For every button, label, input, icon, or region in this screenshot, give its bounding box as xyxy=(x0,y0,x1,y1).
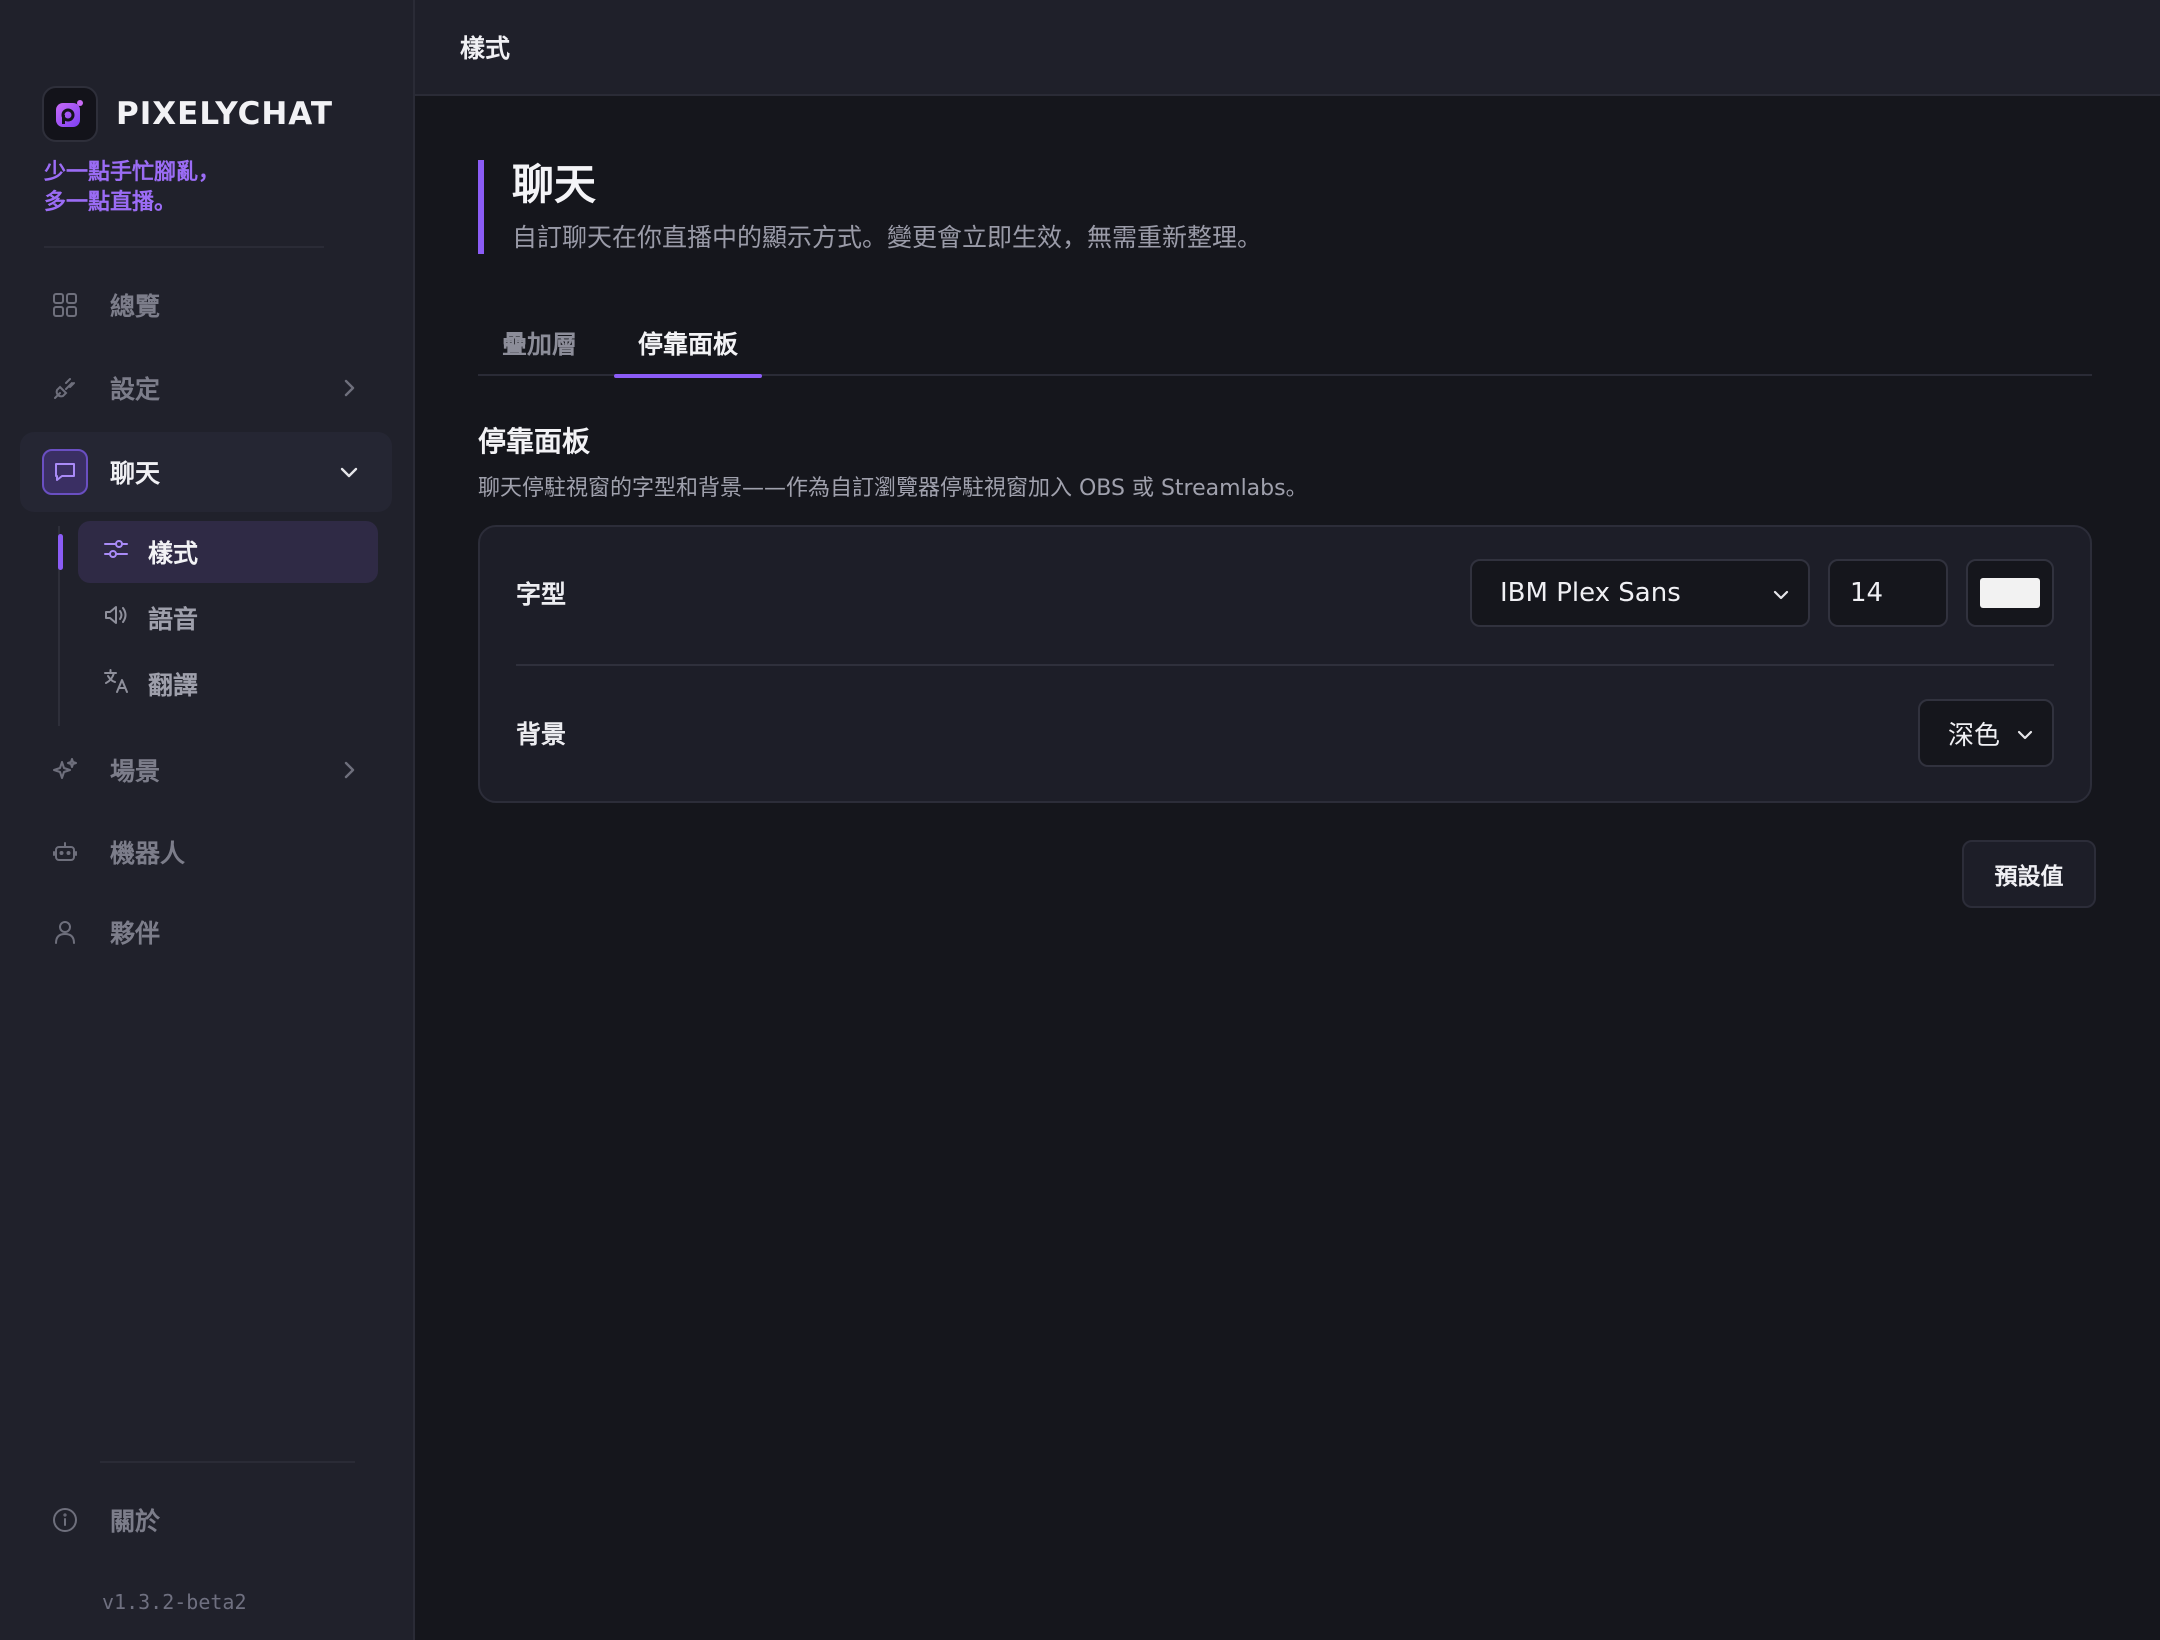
app-window: PIXELYCHAT 少一點手忙腳亂， 多一點直播。 總覽 設定 聊天 樣式 語… xyxy=(0,0,2160,1640)
font-row-label: 字型 xyxy=(516,580,567,609)
sidebar-item-label: 機器人 xyxy=(110,839,186,868)
sidebar-subitem-style[interactable]: 樣式 xyxy=(78,521,378,583)
sidebar-subitem-voice[interactable]: 語音 xyxy=(78,587,378,649)
topbar: 樣式 xyxy=(415,0,2160,96)
sidebar-subitem-translate[interactable]: 翻譯 xyxy=(78,653,378,715)
font-color-picker[interactable] xyxy=(1966,559,2054,627)
reset-defaults-button[interactable]: 預設值 xyxy=(1962,840,2096,908)
pixelychat-logo-icon xyxy=(42,86,98,142)
tab-bar: 疊加層 停靠面板 xyxy=(478,310,2092,378)
chevron-right-icon xyxy=(344,379,355,397)
background-row: 背景 深色 xyxy=(516,667,2054,799)
tab-dock-panel[interactable]: 停靠面板 xyxy=(614,310,763,378)
background-controls: 深色 xyxy=(1918,667,2054,799)
sidebar-item-label: 關於 xyxy=(110,1507,161,1536)
font-family-value: IBM Plex Sans xyxy=(1500,578,1681,608)
font-color-fill xyxy=(1980,578,2040,608)
row-divider xyxy=(516,664,2054,666)
active-indicator xyxy=(58,534,63,570)
info-icon xyxy=(50,1505,80,1535)
background-row-label: 背景 xyxy=(516,720,567,749)
page-header: 聊天 自訂聊天在你直播中的顯示方式。變更會立即生效，無需重新整理。 xyxy=(478,160,1262,254)
tab-overlay[interactable]: 疊加層 xyxy=(478,310,601,376)
sidebar-item-settings[interactable]: 設定 xyxy=(20,348,392,428)
font-controls: IBM Plex Sans xyxy=(1470,527,2054,659)
sidebar-divider xyxy=(44,246,324,248)
section-title: 停靠面板 xyxy=(478,425,591,458)
sliders-icon xyxy=(102,535,130,569)
tagline-line-2: 多一點直播。 xyxy=(44,190,177,215)
sidebar-item-bots[interactable]: 機器人 xyxy=(20,812,392,892)
background-select[interactable]: 深色 xyxy=(1918,699,2054,767)
sidebar-subitem-label: 翻譯 xyxy=(148,671,199,700)
chevron-right-icon xyxy=(344,761,355,779)
sidebar-divider xyxy=(100,1461,355,1463)
version-label: v1.3.2-beta2 xyxy=(102,1590,247,1614)
brand[interactable]: PIXELYCHAT xyxy=(42,86,333,142)
translate-icon xyxy=(102,667,130,701)
sidebar: PIXELYCHAT 少一點手忙腳亂， 多一點直播。 總覽 設定 聊天 樣式 語… xyxy=(0,0,415,1640)
tagline: 少一點手忙腳亂， 多一點直播。 xyxy=(44,158,220,218)
brand-name: PIXELYCHAT xyxy=(116,96,334,132)
font-row: 字型 IBM Plex Sans xyxy=(516,527,2054,659)
settings-card: 字型 IBM Plex Sans 背景 深色 xyxy=(478,525,2092,803)
sidebar-item-label: 設定 xyxy=(110,375,161,404)
grid-icon xyxy=(50,290,80,320)
sidebar-item-chat[interactable]: 聊天 xyxy=(20,432,392,512)
chevron-down-icon xyxy=(1773,590,1789,600)
page-title: 聊天 xyxy=(512,160,597,209)
chevron-down-icon xyxy=(2017,730,2033,740)
section-description: 聊天停駐視窗的字型和背景——作為自訂瀏覽器停駐視窗加入 OBS 或 Stream… xyxy=(478,476,1308,501)
speaker-icon xyxy=(102,601,130,635)
sidebar-item-partners[interactable]: 夥伴 xyxy=(20,892,392,972)
sparkles-icon xyxy=(50,755,80,785)
sidebar-item-about[interactable]: 關於 xyxy=(20,1480,392,1560)
user-icon xyxy=(50,917,80,947)
font-size-input[interactable] xyxy=(1828,559,1948,627)
sidebar-item-label: 夥伴 xyxy=(110,919,161,948)
page-description: 自訂聊天在你直播中的顯示方式。變更會立即生效，無需重新整理。 xyxy=(512,223,1263,252)
sidebar-subitem-label: 樣式 xyxy=(148,539,199,568)
sidebar-item-overview[interactable]: 總覽 xyxy=(20,265,392,345)
sidebar-item-label: 場景 xyxy=(110,757,161,786)
sidebar-item-label: 總覽 xyxy=(110,292,161,321)
tagline-line-1: 少一點手忙腳亂， xyxy=(44,160,221,185)
sidebar-item-scenes[interactable]: 場景 xyxy=(20,730,392,810)
font-family-select[interactable]: IBM Plex Sans xyxy=(1470,559,1810,627)
robot-icon xyxy=(50,837,80,867)
main-content: 樣式 聊天 自訂聊天在你直播中的顯示方式。變更會立即生效，無需重新整理。 疊加層… xyxy=(415,0,2160,1640)
plug-icon xyxy=(50,373,80,403)
chevron-down-icon xyxy=(340,467,358,478)
sidebar-subitem-label: 語音 xyxy=(148,605,199,634)
sidebar-item-label: 聊天 xyxy=(110,459,161,488)
topbar-title: 樣式 xyxy=(460,34,511,63)
background-value: 深色 xyxy=(1948,720,2001,751)
chat-bubble-icon xyxy=(42,449,88,495)
